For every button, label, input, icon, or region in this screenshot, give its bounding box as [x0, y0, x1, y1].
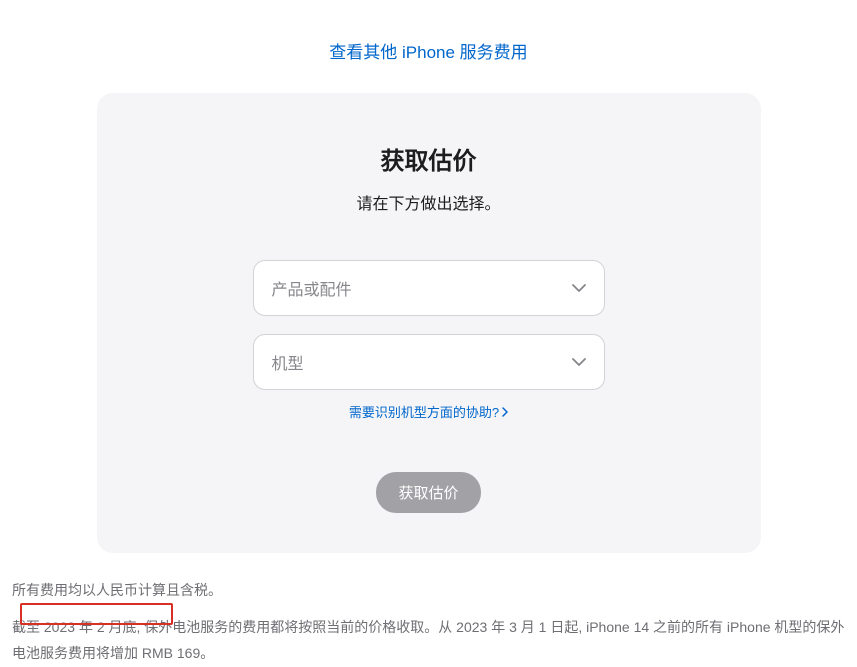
product-select[interactable]: 产品或配件 [253, 260, 605, 316]
card-title: 获取估价 [127, 141, 731, 176]
help-link-container: 需要识别机型方面的协助? [127, 402, 731, 422]
identify-model-help-link[interactable]: 需要识别机型方面的协助? [349, 402, 508, 421]
model-select[interactable]: 机型 [253, 334, 605, 390]
footer-note-2: 截至 2023 年 2 月底, 保外电池服务的费用都将按照当前的价格收取。从 2… [12, 614, 845, 667]
chevron-down-icon [572, 358, 586, 366]
footer-note-1: 所有费用均以人民币计算且含税。 [12, 577, 845, 604]
estimate-card: 获取估价 请在下方做出选择。 产品或配件 机型 需要识别机型方面的协助? 获取估… [97, 93, 761, 553]
model-select-placeholder: 机型 [272, 350, 304, 374]
card-subtitle: 请在下方做出选择。 [127, 190, 731, 214]
help-link-label: 需要识别机型方面的协助? [349, 402, 499, 421]
footer-notes: 所有费用均以人民币计算且含税。 截至 2023 年 2 月底, 保外电池服务的费… [0, 553, 857, 667]
chevron-down-icon [572, 284, 586, 292]
chevron-right-icon [502, 407, 508, 417]
top-link-container: 查看其他 iPhone 服务费用 [0, 0, 857, 93]
get-estimate-button[interactable]: 获取估价 [376, 472, 480, 513]
other-iphone-service-link[interactable]: 查看其他 iPhone 服务费用 [329, 43, 527, 62]
product-select-placeholder: 产品或配件 [272, 276, 352, 300]
